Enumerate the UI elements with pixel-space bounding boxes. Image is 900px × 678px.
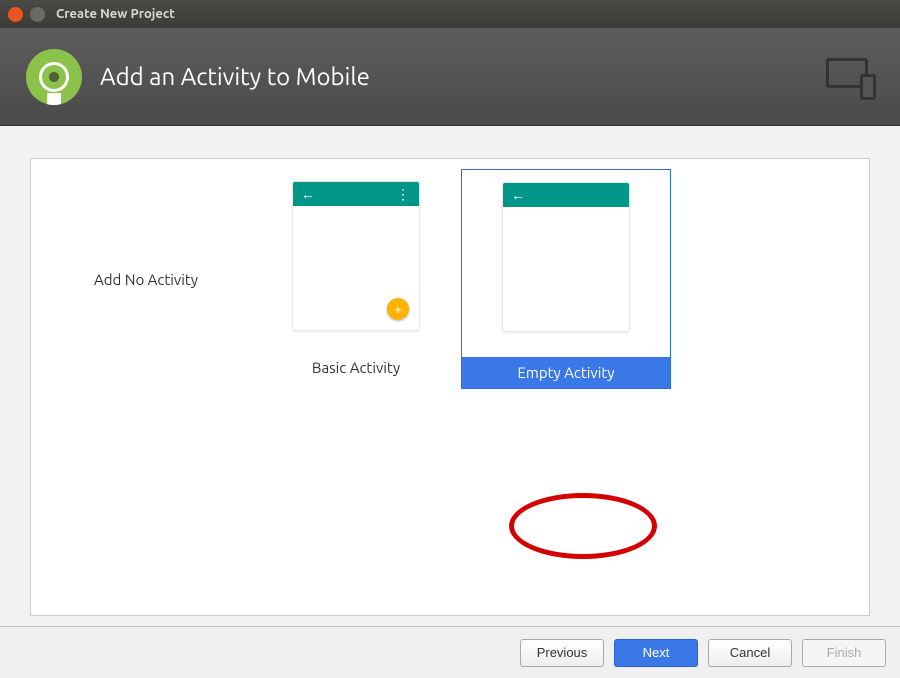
basic-activity-thumbnail: ← ⋮ +	[292, 181, 420, 331]
finish-button: Finish	[802, 639, 886, 667]
fab-plus-icon: +	[387, 298, 409, 320]
window-titlebar: Create New Project	[0, 0, 900, 28]
tile-empty-activity[interactable]: ← Empty Activity	[461, 169, 671, 389]
window-title: Create New Project	[56, 7, 175, 21]
page-title: Add an Activity to Mobile	[100, 63, 370, 90]
android-studio-logo-icon	[26, 49, 82, 105]
overflow-menu-icon: ⋮	[396, 186, 411, 203]
cancel-button[interactable]: Cancel	[708, 639, 792, 667]
wizard-footer: Previous Next Cancel Finish	[0, 626, 900, 678]
tile-basic-activity[interactable]: ← ⋮ + Basic Activity	[251, 169, 461, 389]
window-minimize-button[interactable]	[30, 7, 45, 22]
tile-label: Add No Activity	[94, 271, 198, 288]
tile-add-no-activity[interactable]: Add No Activity	[41, 169, 251, 389]
activity-template-grid: Add No Activity ← ⋮ + Basic Activity	[30, 158, 870, 616]
mobile-device-icon	[826, 58, 874, 96]
empty-activity-thumbnail: ←	[502, 182, 630, 332]
previous-button[interactable]: Previous	[520, 639, 604, 667]
tile-label-selected: Empty Activity	[462, 357, 670, 388]
back-arrow-icon: ←	[511, 187, 525, 203]
back-arrow-icon: ←	[301, 186, 315, 202]
tile-label: Basic Activity	[312, 359, 400, 376]
next-button[interactable]: Next	[614, 639, 698, 667]
wizard-header: Add an Activity to Mobile	[0, 28, 900, 126]
window-close-button[interactable]	[8, 7, 23, 22]
content-area: Add No Activity ← ⋮ + Basic Activity	[0, 126, 900, 626]
